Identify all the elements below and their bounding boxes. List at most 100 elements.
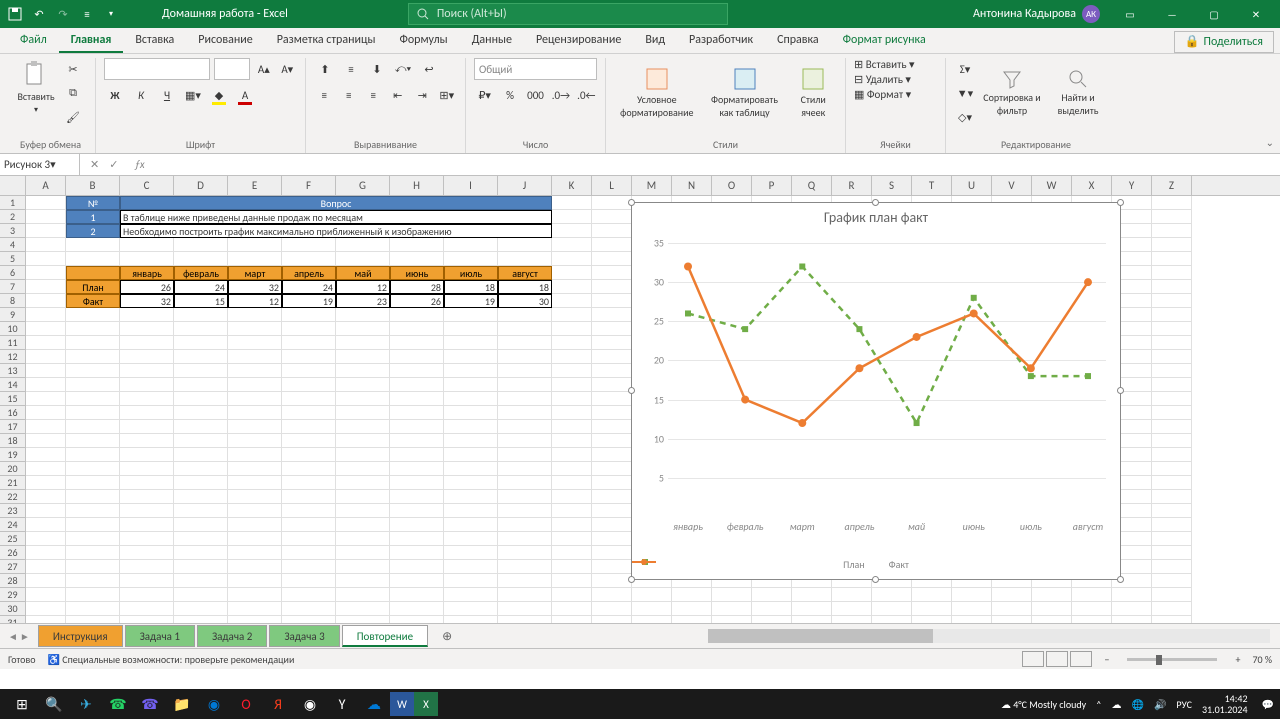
- sheet-tab-instruction[interactable]: Инструкция: [38, 625, 123, 647]
- tab-insert[interactable]: Вставка: [123, 27, 186, 53]
- row-header-26[interactable]: 26: [0, 546, 26, 560]
- cell[interactable]: 32: [120, 294, 174, 308]
- increase-font-icon[interactable]: A▴: [254, 58, 273, 80]
- zoom-level[interactable]: 70 %: [1252, 653, 1272, 666]
- sort-filter-button[interactable]: Сортировка и фильтр: [980, 64, 1044, 122]
- ribbon-display-icon[interactable]: ▭: [1110, 0, 1150, 28]
- cell[interactable]: 23: [336, 294, 390, 308]
- share-button[interactable]: 🔒 Поделиться: [1174, 31, 1274, 53]
- row-header-29[interactable]: 29: [0, 588, 26, 602]
- align-middle-icon[interactable]: ≡: [340, 58, 362, 80]
- row-header-6[interactable]: 6: [0, 266, 26, 280]
- select-all-button[interactable]: [0, 176, 26, 195]
- row-header-24[interactable]: 24: [0, 518, 26, 532]
- col-header-A[interactable]: A: [26, 176, 66, 195]
- chart-handle-w[interactable]: [628, 387, 635, 394]
- undo-icon[interactable]: ↶: [28, 3, 50, 25]
- start-button[interactable]: ⊞: [6, 689, 38, 719]
- col-header-M[interactable]: M: [632, 176, 672, 195]
- taskbar-app-telegram[interactable]: ✈: [70, 689, 102, 719]
- delete-cells-button[interactable]: ⊟ Удалить ▾: [854, 73, 937, 86]
- enter-formula-icon[interactable]: ✓: [109, 158, 118, 171]
- row-header-13[interactable]: 13: [0, 364, 26, 378]
- row-header-25[interactable]: 25: [0, 532, 26, 546]
- maximize-icon[interactable]: ▢: [1194, 0, 1234, 28]
- dec-decimal-icon[interactable]: .0←: [576, 84, 597, 106]
- col-header-J[interactable]: J: [498, 176, 552, 195]
- minimize-icon[interactable]: —: [1152, 0, 1192, 28]
- format-cells-button[interactable]: ▦ Формат ▾: [854, 88, 937, 101]
- col-header-Z[interactable]: Z: [1152, 176, 1192, 195]
- row-header-17[interactable]: 17: [0, 420, 26, 434]
- cell[interactable]: 18: [498, 280, 552, 294]
- taskbar-search-icon[interactable]: 🔍: [38, 689, 70, 719]
- worksheet-grid[interactable]: ABCDEFGHIJKLMNOPQRSTUVWXYZ 1234567891011…: [0, 176, 1280, 624]
- sheet-tab-task2[interactable]: Задача 2: [197, 625, 267, 647]
- merge-button[interactable]: ⊞▾: [437, 84, 458, 106]
- find-select-button[interactable]: Найти и выделить: [1048, 64, 1108, 122]
- taskbar-app-word[interactable]: W: [390, 692, 414, 716]
- font-size-dropdown[interactable]: [214, 58, 250, 80]
- row-header-10[interactable]: 10: [0, 322, 26, 336]
- cell[interactable]: январь: [120, 266, 174, 280]
- weather-widget[interactable]: ☁ 4°C Mostly cloudy: [1001, 698, 1086, 711]
- col-header-O[interactable]: O: [712, 176, 752, 195]
- row-header-28[interactable]: 28: [0, 574, 26, 588]
- cell[interactable]: 32: [228, 280, 282, 294]
- indent-inc-icon[interactable]: ⇥: [412, 84, 433, 106]
- row-header-22[interactable]: 22: [0, 490, 26, 504]
- col-header-V[interactable]: V: [992, 176, 1032, 195]
- chart-handle-ne[interactable]: [1117, 199, 1124, 206]
- zoom-slider[interactable]: [1127, 658, 1217, 661]
- row-header-1[interactable]: 1: [0, 196, 26, 210]
- col-header-E[interactable]: E: [228, 176, 282, 195]
- row-header-14[interactable]: 14: [0, 378, 26, 392]
- format-as-table-button[interactable]: Форматировать как таблицу: [704, 64, 786, 122]
- font-name-dropdown[interactable]: [104, 58, 210, 80]
- conditional-formatting-button[interactable]: Условное форматирование: [614, 64, 700, 122]
- cell[interactable]: Вопрос: [120, 196, 552, 210]
- format-painter-icon[interactable]: 🖌: [62, 106, 84, 128]
- view-break-icon[interactable]: [1070, 651, 1092, 667]
- row-header-21[interactable]: 21: [0, 476, 26, 490]
- row-header-27[interactable]: 27: [0, 560, 26, 574]
- chart-handle-n[interactable]: [872, 199, 879, 206]
- cell[interactable]: 19: [282, 294, 336, 308]
- sheet-nav-next-icon[interactable]: ►: [20, 630, 30, 643]
- horizontal-scrollbar[interactable]: [708, 629, 1270, 643]
- cell[interactable]: 15: [174, 294, 228, 308]
- col-header-U[interactable]: U: [952, 176, 992, 195]
- cell[interactable]: 1: [66, 210, 120, 224]
- taskbar-app-whatsapp[interactable]: ☎: [102, 689, 134, 719]
- close-icon[interactable]: ✕: [1236, 0, 1276, 28]
- taskbar-app-ybrowser[interactable]: Y: [326, 689, 358, 719]
- number-format-dropdown[interactable]: Общий: [474, 58, 597, 80]
- taskbar-app-viber[interactable]: ☎: [134, 689, 166, 719]
- col-header-R[interactable]: R: [832, 176, 872, 195]
- row-header-16[interactable]: 16: [0, 406, 26, 420]
- chart-object[interactable]: График план факт 5101520253035январьфевр…: [631, 202, 1121, 580]
- clear-icon[interactable]: ◇▾: [954, 106, 976, 128]
- cell[interactable]: 24: [174, 280, 228, 294]
- font-color-button[interactable]: А: [234, 84, 256, 106]
- cell[interactable]: 2: [66, 224, 120, 238]
- sheet-tab-repeat[interactable]: Повторение: [342, 625, 428, 647]
- row-header-20[interactable]: 20: [0, 462, 26, 476]
- tray-clock[interactable]: 14:4231.01.2024: [1202, 693, 1252, 715]
- col-header-C[interactable]: C: [120, 176, 174, 195]
- chart-plot-area[interactable]: 5101520253035январьфевральмартапрельмайи…: [668, 243, 1106, 515]
- chart-handle-e[interactable]: [1117, 387, 1124, 394]
- tab-view[interactable]: Вид: [633, 27, 677, 53]
- chart-handle-se[interactable]: [1117, 576, 1124, 583]
- redo-icon[interactable]: ↷: [52, 3, 74, 25]
- row-header-18[interactable]: 18: [0, 434, 26, 448]
- col-header-Q[interactable]: Q: [792, 176, 832, 195]
- col-header-F[interactable]: F: [282, 176, 336, 195]
- autosum-icon[interactable]: Σ▾: [954, 58, 976, 80]
- cell[interactable]: [66, 266, 120, 280]
- tab-page-layout[interactable]: Разметка страницы: [265, 27, 388, 53]
- cell[interactable]: 18: [444, 280, 498, 294]
- align-center-icon[interactable]: ≡: [339, 84, 360, 106]
- row-header-3[interactable]: 3: [0, 224, 26, 238]
- tray-onedrive-icon[interactable]: ☁: [1112, 698, 1122, 711]
